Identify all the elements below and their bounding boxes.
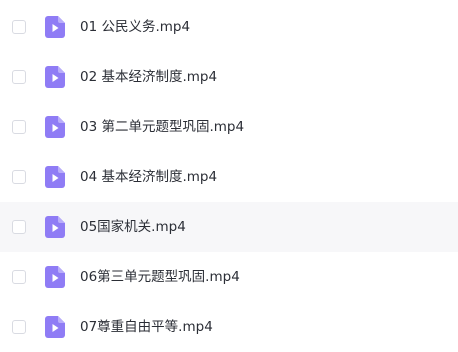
file-name[interactable]: 02 基本经济制度.mp4 (80, 67, 217, 87)
video-file-icon (45, 116, 65, 138)
video-file-icon (45, 266, 65, 288)
select-checkbox[interactable] (12, 270, 26, 284)
file-name[interactable]: 07尊重自由平等.mp4 (80, 317, 213, 337)
file-name[interactable]: 04 基本经济制度.mp4 (80, 167, 217, 187)
select-checkbox[interactable] (12, 20, 26, 34)
file-row[interactable]: 03 第二单元题型巩固.mp4 (0, 102, 458, 152)
file-name[interactable]: 03 第二单元题型巩固.mp4 (80, 117, 244, 137)
select-checkbox[interactable] (12, 120, 26, 134)
video-file-icon (45, 216, 65, 238)
file-list: 01 公民义务.mp4 02 基本经济制度.mp4 03 第二单元题型巩固.mp… (0, 2, 458, 352)
video-file-icon (45, 316, 65, 338)
file-row[interactable]: 06第三单元题型巩固.mp4 (0, 252, 458, 302)
select-checkbox[interactable] (12, 170, 26, 184)
file-name[interactable]: 05国家机关.mp4 (80, 217, 186, 237)
select-checkbox[interactable] (12, 220, 26, 234)
file-row[interactable]: 01 公民义务.mp4 (0, 2, 458, 52)
video-file-icon (45, 16, 65, 38)
file-row[interactable]: 04 基本经济制度.mp4 (0, 152, 458, 202)
file-row[interactable]: 07尊重自由平等.mp4 (0, 302, 458, 352)
file-row[interactable]: 05国家机关.mp4 (0, 202, 458, 252)
video-file-icon (45, 66, 65, 88)
file-name[interactable]: 06第三单元题型巩固.mp4 (80, 267, 240, 287)
select-checkbox[interactable] (12, 320, 26, 334)
file-name[interactable]: 01 公民义务.mp4 (80, 17, 190, 37)
video-file-icon (45, 166, 65, 188)
select-checkbox[interactable] (12, 70, 26, 84)
file-row[interactable]: 02 基本经济制度.mp4 (0, 52, 458, 102)
